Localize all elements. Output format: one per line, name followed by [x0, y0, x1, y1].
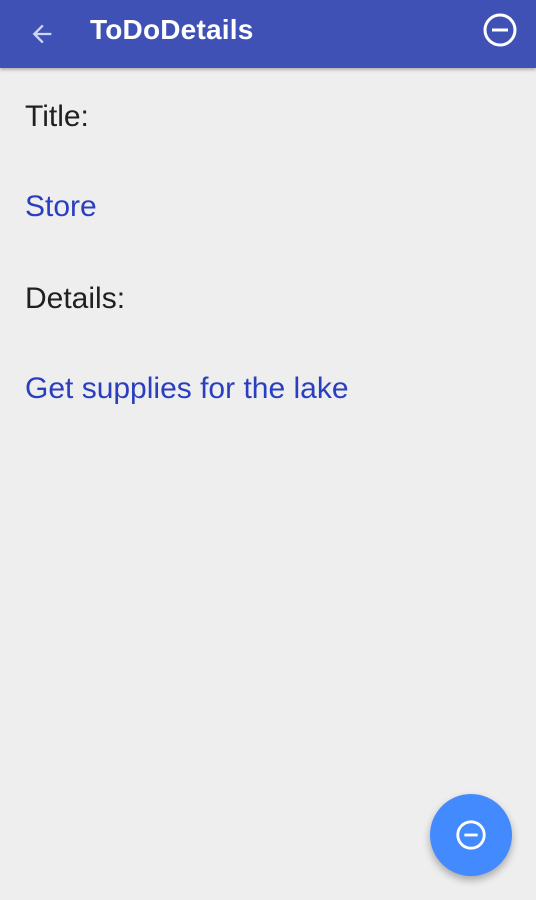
remove-button[interactable] [478, 8, 522, 52]
arrow-back-icon [32, 24, 52, 44]
remove-circle-icon [483, 13, 517, 47]
details-label: Details: [25, 282, 126, 315]
title-value: Store [25, 190, 97, 223]
remove-fab-button[interactable] [430, 794, 512, 876]
remove-circle-icon [456, 820, 486, 850]
back-button[interactable] [18, 10, 66, 58]
title-label: Title: [25, 100, 89, 133]
details-value: Get supplies for the lake [25, 372, 349, 405]
page-title: ToDoDetails [90, 14, 254, 45]
app-bar: ToDoDetails [0, 0, 536, 68]
